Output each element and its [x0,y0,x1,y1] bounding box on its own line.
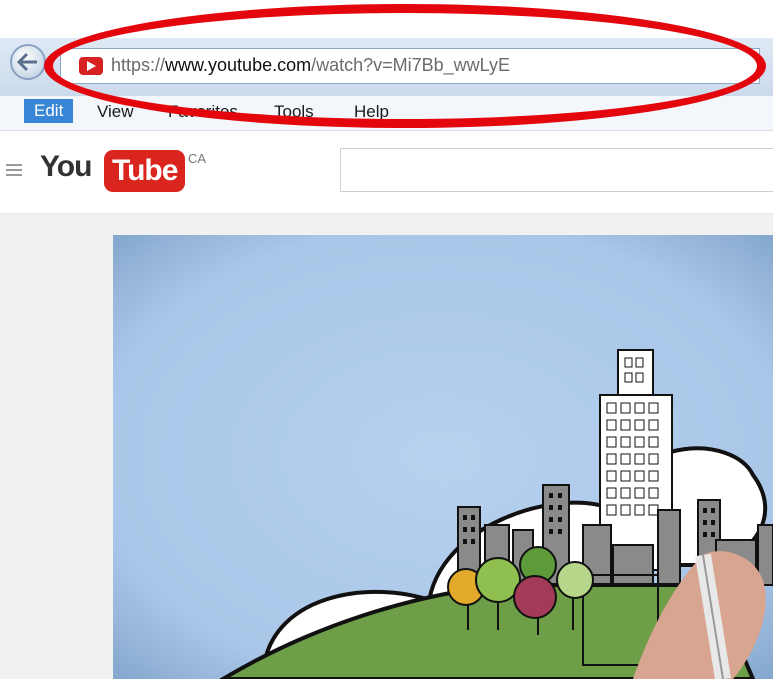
url-text[interactable]: https://www.youtube.com/watch?v=Mi7Bb_ww… [111,55,510,76]
hamburger-menu-icon[interactable] [6,164,22,176]
menu-favorites[interactable]: Favorites [168,102,238,122]
youtube-logo-you[interactable]: You [40,150,92,184]
youtube-header: You Tube CA [0,131,773,214]
menu-help[interactable]: Help [354,102,389,122]
title-bar [0,0,773,38]
menu-bar: Edit View Favorites Tools Help [0,96,773,131]
menu-edit[interactable]: Edit [24,99,74,123]
youtube-favicon-icon [79,57,103,75]
back-arrow-icon [17,52,37,72]
country-code: CA [188,151,207,166]
address-bar[interactable]: https://www.youtube.com/watch?v=Mi7Bb_ww… [60,48,760,84]
video-frame-illustration [113,235,773,681]
menu-tools[interactable]: Tools [274,102,314,122]
search-input[interactable] [340,148,773,192]
browser-chrome: https://www.youtube.com/watch?v=Mi7Bb_ww… [0,0,773,131]
youtube-logo-tube[interactable]: Tube [104,150,186,192]
menu-view[interactable]: View [97,102,134,122]
url-scheme: https:// [111,55,166,75]
url-domain: www.youtube.com [165,55,312,75]
url-path: /watch?v=Mi7Bb_wwLyE [311,55,511,75]
video-player[interactable] [113,235,773,681]
back-button[interactable] [10,44,46,80]
